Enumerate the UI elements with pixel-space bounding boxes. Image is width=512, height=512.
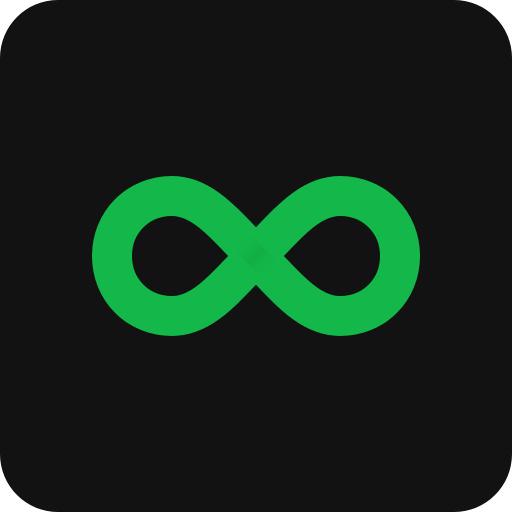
app-icon[interactable] bbox=[0, 0, 512, 512]
infinity-icon bbox=[92, 176, 420, 336]
